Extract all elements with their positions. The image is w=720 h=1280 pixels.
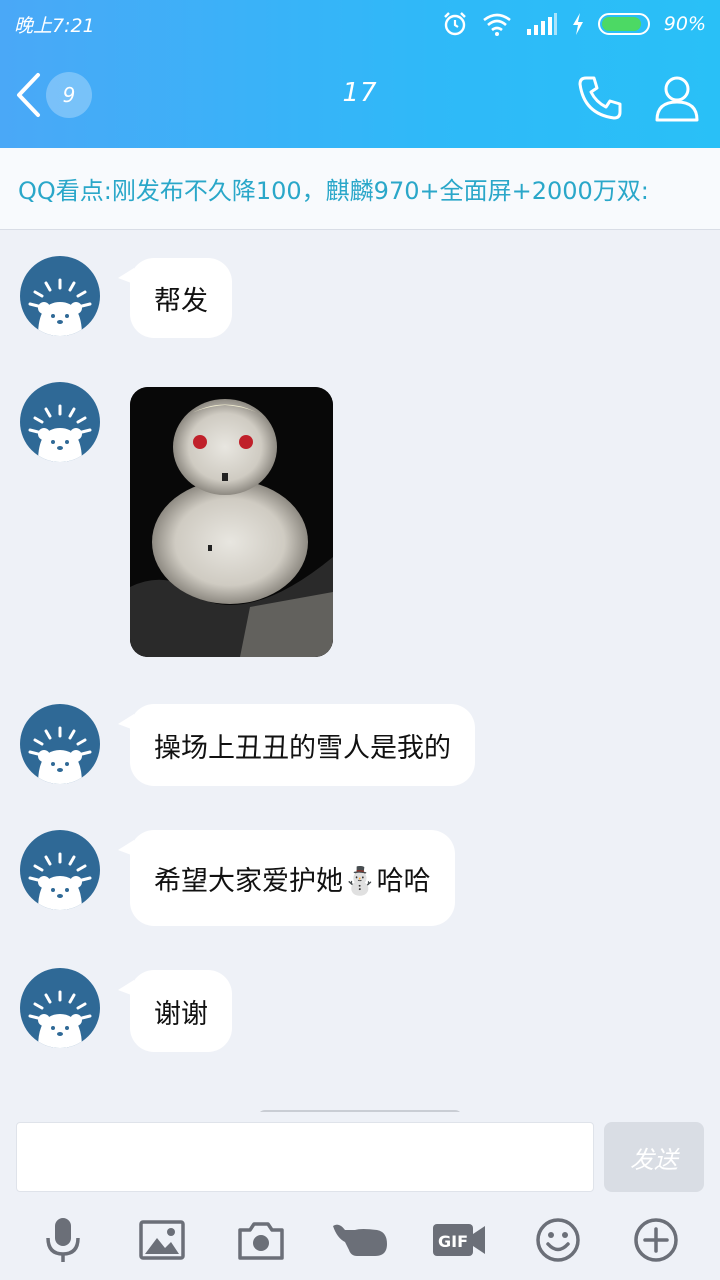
message-bubble[interactable]: 操场上丑丑的雪人是我的: [118, 704, 475, 786]
message-text: 谢谢: [154, 998, 208, 1030]
avatar[interactable]: [20, 968, 100, 1048]
bear-avatar-icon: [28, 404, 92, 462]
gif-icon: GIF: [432, 1224, 485, 1256]
poke-icon: [332, 1224, 387, 1256]
avatar[interactable]: [20, 704, 100, 784]
snowman-photo-icon: [130, 387, 333, 657]
message-text: 帮发: [154, 285, 208, 317]
message-bubble[interactable]: 谢谢: [118, 970, 232, 1052]
signal-icon: [526, 13, 557, 35]
message-text: 希望大家爱护她⛄哈哈: [154, 865, 431, 897]
qq-news-banner[interactable]: QQ看点:刚发布不久降100，麒麟970+全面屏+2000万双:: [0, 148, 720, 230]
wifi-icon: [482, 13, 511, 36]
message-photo[interactable]: [130, 387, 333, 657]
phone-icon[interactable]: [576, 74, 624, 122]
more-button[interactable]: [626, 1210, 686, 1270]
profile-icon[interactable]: [654, 74, 700, 122]
message-text: 操场上丑丑的雪人是我的: [154, 732, 451, 764]
message-bubble[interactable]: 希望大家爱护她⛄哈哈: [118, 830, 455, 926]
camera-icon: [238, 1222, 284, 1260]
alarm-icon: [443, 12, 466, 36]
image-button[interactable]: [132, 1210, 192, 1270]
gif-label: GIF: [438, 1232, 468, 1251]
message-input[interactable]: [16, 1122, 594, 1192]
bear-avatar-icon: [28, 726, 92, 784]
avatar[interactable]: [20, 256, 100, 336]
bear-avatar-icon: [28, 278, 92, 336]
emoji-icon: [535, 1218, 580, 1262]
charging-icon: [572, 13, 583, 35]
gif-button[interactable]: GIF: [429, 1210, 489, 1270]
input-bar: 发送: [0, 1112, 720, 1200]
header: 晚上7:21 90% 9 17: [0, 0, 720, 148]
battery-percent: 90%: [663, 13, 706, 35]
poke-button[interactable]: [330, 1210, 390, 1270]
send-button[interactable]: 发送: [604, 1122, 704, 1192]
chat-toolbar: GIF: [0, 1200, 720, 1280]
bear-avatar-icon: [28, 990, 92, 1048]
message-bubble[interactable]: 帮发: [118, 258, 232, 338]
status-time: 晚上7:21: [14, 14, 95, 37]
battery-level: [601, 17, 642, 31]
emoji-button[interactable]: [528, 1210, 588, 1270]
status-icons: 90%: [442, 11, 706, 37]
nav-actions: [576, 74, 700, 122]
avatar[interactable]: [20, 382, 100, 462]
nav-bar: 9 17: [0, 48, 720, 148]
banner-text: QQ看点:刚发布不久降100，麒麟970+全面屏+2000万双:: [18, 177, 649, 205]
status-bar: 晚上7:21 90%: [0, 0, 720, 48]
bear-avatar-icon: [28, 852, 92, 910]
camera-button[interactable]: [231, 1210, 291, 1270]
mic-icon: [46, 1218, 81, 1262]
avatar[interactable]: [20, 830, 100, 910]
image-icon: [139, 1220, 186, 1260]
mic-button[interactable]: [33, 1210, 93, 1270]
plus-icon: [634, 1218, 679, 1262]
battery-icon: [597, 13, 650, 35]
